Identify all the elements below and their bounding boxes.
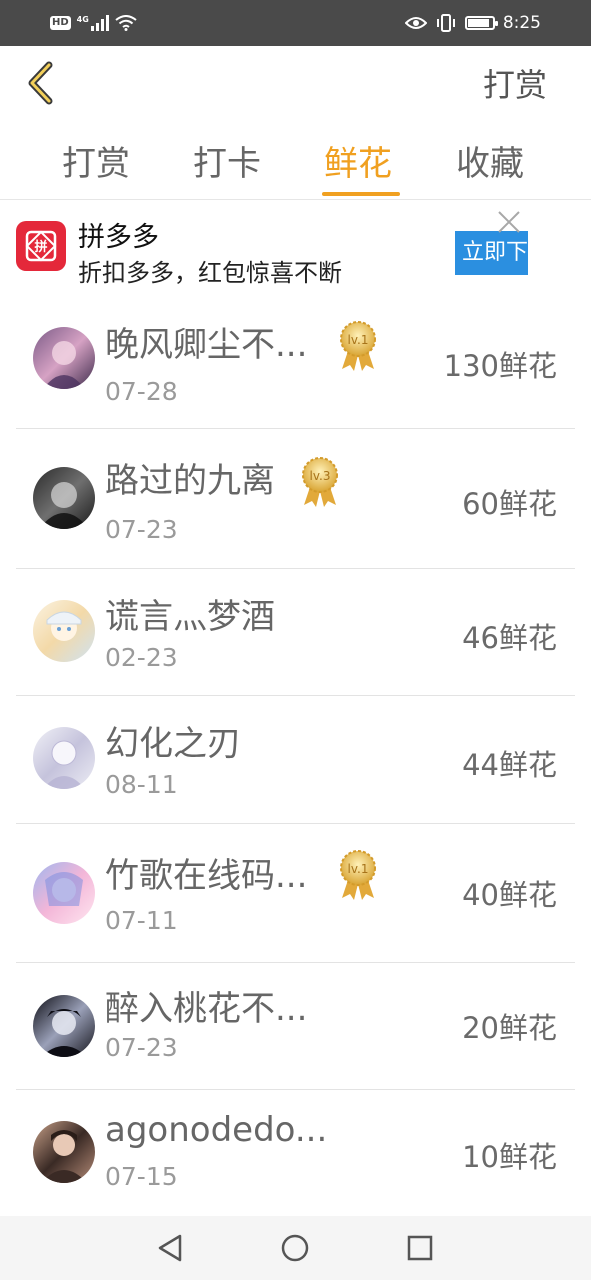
nav-back-icon[interactable]: [152, 1230, 188, 1266]
level-badge-icon: lv.3: [302, 457, 338, 507]
avatar: [33, 862, 95, 924]
list-item[interactable]: 谎言灬梦酒 02-23 46鲜花: [0, 569, 591, 696]
hd-badge: HD: [50, 16, 71, 30]
date: 07-23: [105, 515, 178, 544]
close-icon[interactable]: [496, 209, 522, 235]
user-name: 晚风卿尘不...: [105, 325, 308, 365]
status-right: 8:25: [404, 12, 541, 34]
level-badge-icon: lv.1: [340, 321, 376, 371]
flower-amount: 10鲜花: [462, 1140, 557, 1174]
level-badge-icon: lv.1: [340, 850, 376, 900]
header: 打赏: [0, 46, 591, 122]
network-type: 4G: [76, 14, 89, 24]
ad-description: 折扣多多，红包惊喜不断: [78, 259, 342, 287]
user-name: 醉入桃花不...: [105, 989, 308, 1029]
status-left: HD 4G: [50, 12, 137, 34]
list-item[interactable]: 幻化之刃 08-11 44鲜花: [0, 696, 591, 824]
list-item[interactable]: 路过的九离 lv.3 07-23 60鲜花: [0, 429, 591, 569]
date: 07-15: [105, 1162, 178, 1191]
list-item[interactable]: 晚风卿尘不... lv.1 07-28 130鲜花: [0, 293, 591, 429]
ad-logo-mark: 拼: [25, 230, 57, 262]
date: 08-11: [105, 770, 178, 799]
user-name: 路过的九离: [105, 461, 275, 501]
level-badge-text: lv.1: [348, 862, 369, 876]
list-item[interactable]: 醉入桃花不... 07-23 20鲜花: [0, 963, 591, 1090]
flower-amount: 130鲜花: [443, 349, 557, 383]
flower-amount: 20鲜花: [462, 1011, 557, 1045]
user-name: 竹歌在线码...: [105, 856, 308, 896]
status-bar: HD 4G 8:25: [0, 0, 591, 46]
list-item[interactable]: agonodedo... 07-15 10鲜花: [0, 1090, 591, 1216]
avatar: [33, 727, 95, 789]
user-name: 谎言灬梦酒: [105, 597, 275, 637]
wifi-icon: [115, 15, 137, 31]
user-name: 幻化之刃: [105, 724, 241, 764]
nav-home-icon[interactable]: [277, 1230, 313, 1266]
date: 07-23: [105, 1033, 178, 1062]
ad-banner[interactable]: 拼 拼多多 折扣多多，红包惊喜不断 立即下: [0, 201, 591, 293]
battery-icon: [464, 16, 498, 30]
back-button[interactable]: [18, 58, 62, 108]
ad-title: 拼多多: [78, 222, 159, 253]
signal-icon: [90, 15, 109, 31]
avatar: [33, 995, 95, 1057]
tab-reward[interactable]: 打赏: [62, 136, 130, 185]
date: 07-28: [105, 377, 178, 406]
avatar: [33, 467, 95, 529]
flower-amount: 46鲜花: [462, 621, 557, 655]
chevron-left-icon: [28, 61, 53, 105]
level-badge-text: lv.3: [310, 469, 331, 483]
avatar: [33, 600, 95, 662]
user-name: agonodedo...: [105, 1110, 328, 1150]
nav-recents-icon[interactable]: [402, 1230, 438, 1266]
list-item[interactable]: 竹歌在线码... lv.1 07-11 40鲜花: [0, 824, 591, 963]
avatar: [33, 1121, 95, 1183]
flower-amount: 60鲜花: [462, 487, 557, 521]
header-reward-button[interactable]: 打赏: [483, 60, 547, 106]
avatar: [33, 327, 95, 389]
system-navigation-bar: [0, 1216, 591, 1280]
status-time: 8:25: [502, 13, 541, 33]
vibrate-icon: [436, 14, 455, 32]
eye-icon: [404, 17, 427, 29]
level-badge-text: lv.1: [348, 333, 369, 347]
flower-amount: 44鲜花: [462, 748, 557, 782]
tab-bar: 打赏 打卡 鲜花 收藏: [0, 122, 591, 200]
pinduoduo-logo-icon: 拼: [16, 221, 66, 271]
date: 02-23: [105, 643, 178, 672]
tab-checkin[interactable]: 打卡: [193, 136, 261, 185]
tab-flowers[interactable]: 鲜花: [324, 136, 392, 185]
ad-logo-text: 拼: [34, 239, 47, 255]
flower-amount: 40鲜花: [462, 878, 557, 912]
ad-download-button[interactable]: 立即下: [455, 231, 528, 275]
tab-active-indicator: [322, 192, 400, 196]
date: 07-11: [105, 906, 178, 935]
tab-favorites[interactable]: 收藏: [456, 136, 524, 185]
